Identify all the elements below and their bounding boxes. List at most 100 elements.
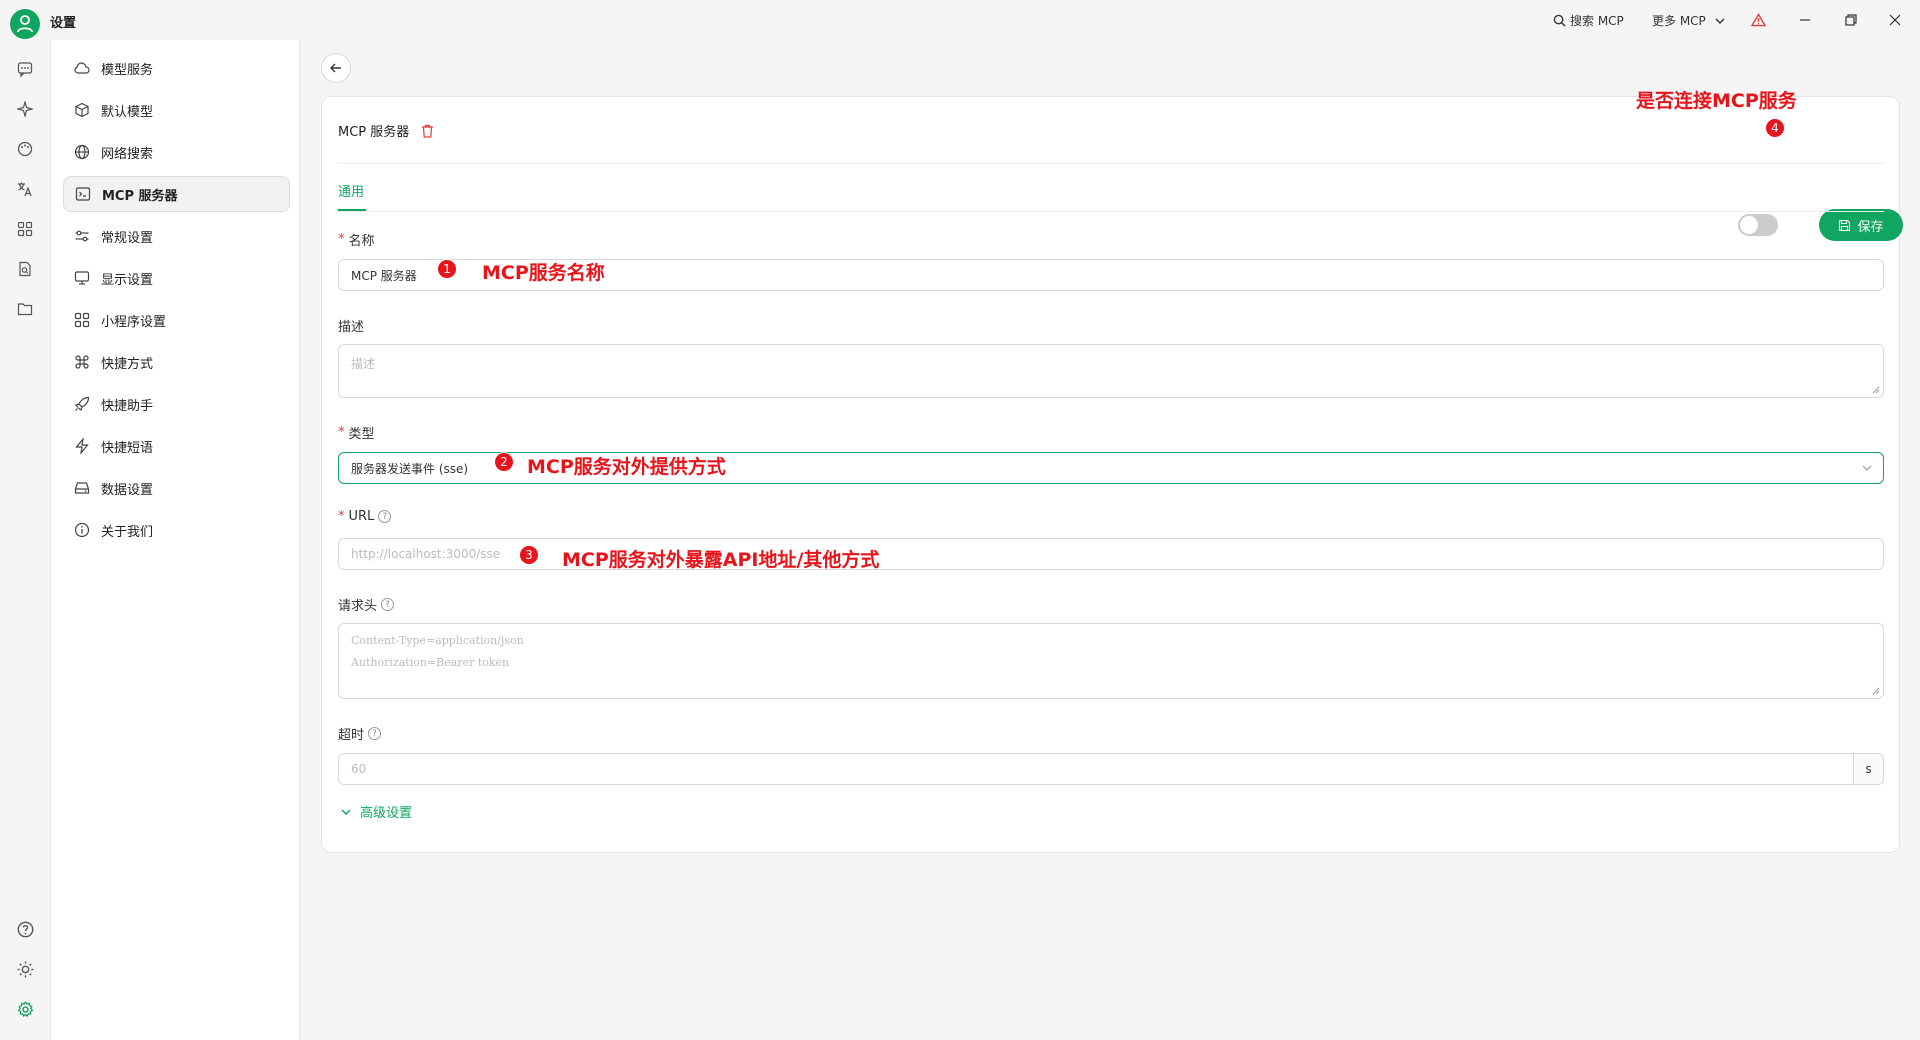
server-title: MCP 服务器 bbox=[338, 125, 410, 140]
headers-label: 请求头 ? bbox=[338, 595, 395, 614]
warning-icon[interactable] bbox=[1750, 12, 1766, 28]
help-icon[interactable]: ? bbox=[381, 598, 395, 611]
headers-textarea[interactable]: Content-Type=application/json Authorizat… bbox=[338, 623, 1884, 699]
icon-rail bbox=[0, 40, 50, 1040]
search-mcp-label: 搜索 MCP bbox=[1570, 14, 1624, 28]
globe-icon bbox=[73, 143, 91, 161]
trash-icon[interactable] bbox=[421, 124, 434, 138]
annotation-text-1: MCP服务名称 bbox=[482, 262, 605, 284]
file-search-icon[interactable] bbox=[16, 260, 34, 278]
nav-label: 关于我们 bbox=[101, 524, 154, 540]
help-icon[interactable]: ? bbox=[368, 727, 382, 740]
nav-item-web-search[interactable]: 网络搜索 bbox=[63, 134, 290, 170]
name-label-text: 名称 bbox=[348, 234, 375, 249]
nav-item-model-service[interactable]: 模型服务 bbox=[63, 50, 290, 86]
nav-item-about[interactable]: 关于我们 bbox=[63, 512, 290, 548]
palette-icon[interactable] bbox=[16, 140, 34, 158]
nav-label: 常规设置 bbox=[101, 230, 154, 246]
nav-item-display-settings[interactable]: 显示设置 bbox=[63, 260, 290, 296]
rocket-icon bbox=[73, 395, 91, 413]
required-mark: * bbox=[338, 509, 345, 524]
required-mark: * bbox=[338, 425, 345, 440]
settings-nav: 模型服务 默认模型 网络搜索 MCP 服务器 常规设置 显示设置 小程序设置 快… bbox=[50, 40, 300, 1040]
app-title: 设置 bbox=[50, 16, 77, 31]
nav-item-shortcuts[interactable]: 快捷方式 bbox=[63, 344, 290, 380]
timeout-label: 超时 ? bbox=[338, 724, 382, 743]
nav-item-general-settings[interactable]: 常规设置 bbox=[63, 218, 290, 254]
nav-label: 显示设置 bbox=[101, 272, 154, 288]
headers-label-text: 请求头 bbox=[338, 599, 378, 614]
save-icon bbox=[1839, 219, 1851, 231]
nav-item-data-settings[interactable]: 数据设置 bbox=[63, 470, 290, 506]
more-mcp-label: 更多 MCP bbox=[1652, 14, 1706, 28]
divider bbox=[338, 163, 1884, 164]
annotation-text-4: 是否连接MCP服务 bbox=[1636, 90, 1797, 112]
annotation-text-3: MCP服务对外暴露API地址/其他方式 bbox=[562, 549, 880, 571]
resize-handle-icon[interactable] bbox=[1872, 386, 1880, 394]
nav-label: 快捷助手 bbox=[101, 398, 154, 414]
nav-label: 模型服务 bbox=[101, 62, 154, 78]
close-icon[interactable] bbox=[1887, 12, 1903, 28]
gear-icon[interactable] bbox=[16, 1000, 34, 1018]
nav-item-mcp-server[interactable]: MCP 服务器 bbox=[63, 176, 290, 212]
sun-icon[interactable] bbox=[16, 960, 34, 978]
help-icon[interactable] bbox=[16, 920, 34, 938]
info-icon bbox=[73, 521, 91, 539]
timeout-placeholder: 60 bbox=[351, 762, 367, 776]
required-mark: * bbox=[338, 232, 345, 247]
chevron-down-icon bbox=[1862, 465, 1872, 471]
monitor-icon bbox=[73, 269, 91, 287]
search-icon bbox=[1553, 14, 1566, 27]
name-label: * 名称 bbox=[338, 230, 375, 249]
nav-label: 快捷短语 bbox=[101, 440, 154, 456]
sparkle-icon[interactable] bbox=[16, 100, 34, 118]
more-mcp-dropdown[interactable]: 更多 MCP bbox=[1652, 12, 1726, 29]
translate-icon[interactable] bbox=[16, 180, 34, 198]
description-placeholder: 描述 bbox=[351, 357, 376, 371]
apps-icon[interactable] bbox=[16, 220, 34, 238]
advanced-label: 高级设置 bbox=[360, 806, 413, 821]
folder-icon[interactable] bbox=[16, 300, 34, 318]
nav-item-quick-phrases[interactable]: 快捷短语 bbox=[63, 428, 290, 464]
toggle-knob bbox=[1740, 216, 1758, 234]
resize-handle-icon[interactable] bbox=[1872, 687, 1880, 695]
title-bar: 设置 搜索 MCP 更多 MCP bbox=[0, 0, 1920, 40]
divider bbox=[338, 211, 1884, 212]
type-label: * 类型 bbox=[338, 423, 375, 442]
connect-toggle[interactable] bbox=[1738, 214, 1778, 236]
user-icon bbox=[17, 15, 33, 33]
annotation-badge-1: 1 bbox=[437, 259, 457, 279]
description-label-text: 描述 bbox=[338, 320, 365, 335]
chevron-down-icon bbox=[341, 808, 351, 815]
nav-label: 数据设置 bbox=[101, 482, 154, 498]
minimize-icon[interactable] bbox=[1797, 12, 1813, 28]
search-mcp-button[interactable]: 搜索 MCP bbox=[1553, 12, 1624, 29]
annotation-badge-4: 4 bbox=[1765, 118, 1785, 138]
nav-item-default-model[interactable]: 默认模型 bbox=[63, 92, 290, 128]
type-label-text: 类型 bbox=[348, 427, 375, 442]
save-button[interactable]: 保存 bbox=[1819, 209, 1903, 241]
advanced-settings-toggle[interactable]: 高级设置 bbox=[340, 802, 412, 821]
command-icon bbox=[73, 353, 91, 371]
chat-icon[interactable] bbox=[16, 60, 34, 78]
avatar[interactable] bbox=[10, 9, 40, 39]
help-icon[interactable]: ? bbox=[378, 510, 392, 523]
nav-item-miniapp-settings[interactable]: 小程序设置 bbox=[63, 302, 290, 338]
restore-icon[interactable] bbox=[1843, 12, 1859, 28]
zap-icon bbox=[73, 437, 91, 455]
nav-label: 快捷方式 bbox=[101, 356, 154, 372]
nav-label: 网络搜索 bbox=[101, 146, 154, 162]
timeout-input[interactable]: 60 s bbox=[338, 753, 1884, 785]
type-value: 服务器发送事件 (sse) bbox=[351, 461, 469, 476]
nav-label: MCP 服务器 bbox=[102, 188, 178, 204]
description-textarea[interactable]: 描述 bbox=[338, 344, 1884, 398]
back-button[interactable] bbox=[321, 53, 351, 83]
arrow-left-icon bbox=[330, 63, 341, 73]
headers-placeholder-line1: Content-Type=application/json bbox=[351, 634, 524, 647]
timeout-label-text: 超时 bbox=[338, 728, 365, 743]
url-label: * URL ? bbox=[338, 509, 392, 524]
hard-drive-icon bbox=[73, 479, 91, 497]
nav-item-quick-assistant[interactable]: 快捷助手 bbox=[63, 386, 290, 422]
tab-general[interactable]: 通用 bbox=[338, 181, 364, 200]
description-label: 描述 bbox=[338, 316, 364, 335]
